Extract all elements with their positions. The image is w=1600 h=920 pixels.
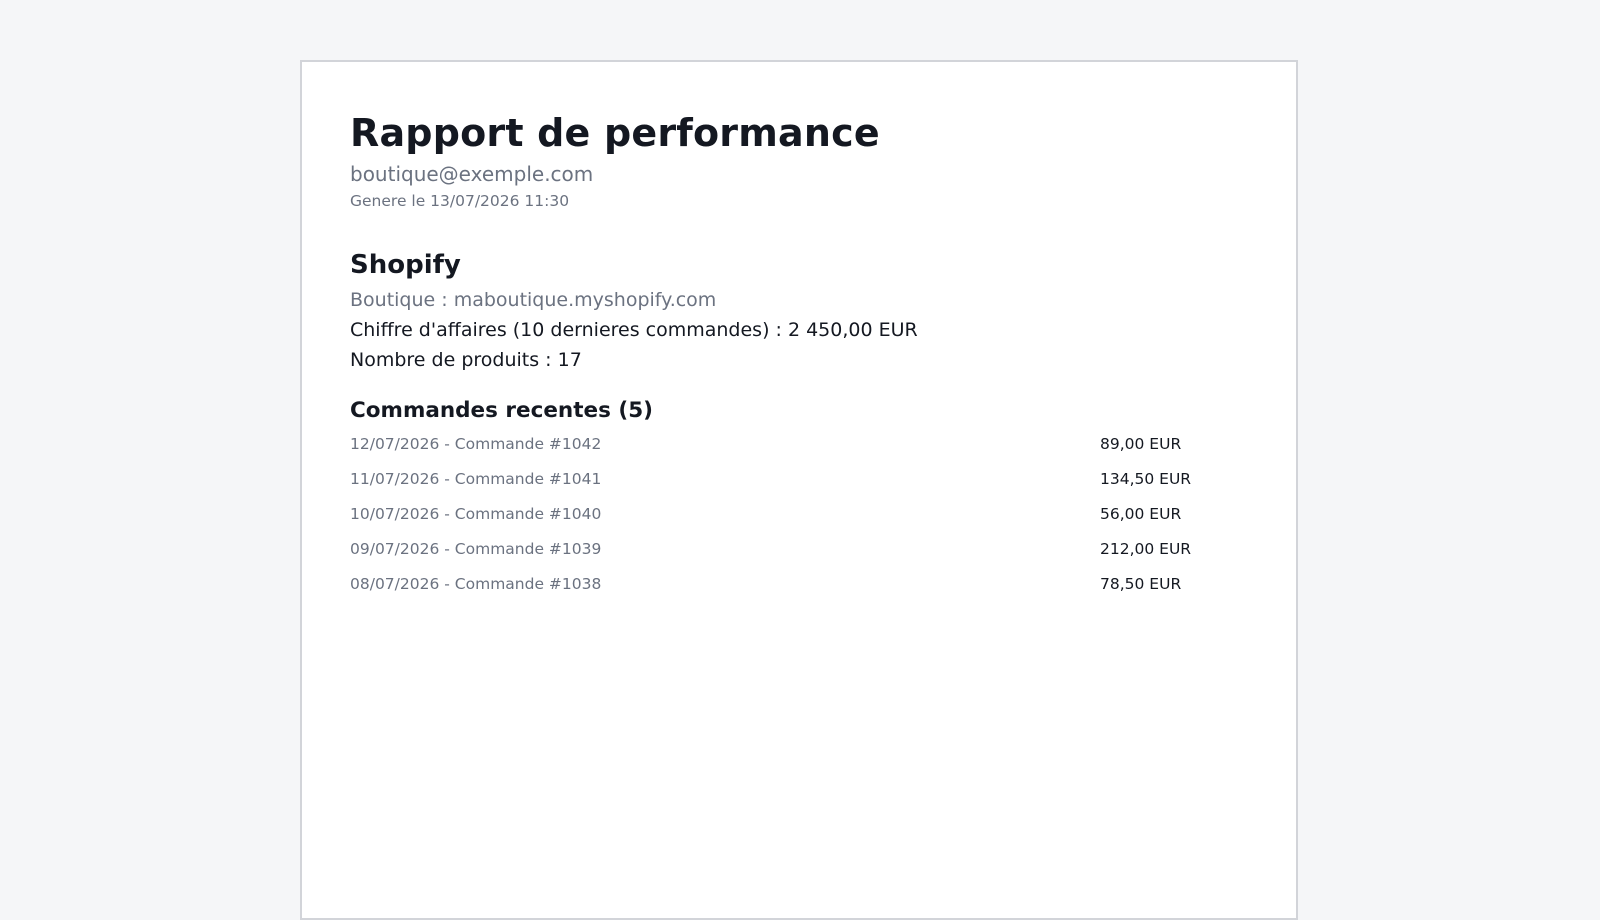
recent-orders-title: Commandes recentes (5) bbox=[350, 398, 653, 423]
order-row: 12/07/2026 - Commande #1042 89,00 EUR bbox=[350, 434, 1248, 469]
report-generated-date: Genere le 13/07/2026 11:30 bbox=[350, 192, 570, 210]
report-content: Rapport de performance boutique@exemple.… bbox=[350, 110, 1248, 625]
order-amount: 212,00 EUR bbox=[1100, 540, 1192, 558]
order-amount: 56,00 EUR bbox=[1100, 505, 1182, 523]
recent-orders-list: 12/07/2026 - Commande #1042 89,00 EUR 11… bbox=[350, 434, 1248, 609]
order-label: 11/07/2026 - Commande #1041 bbox=[350, 470, 602, 488]
order-row: 08/07/2026 - Commande #1038 78,50 EUR bbox=[350, 574, 1248, 609]
report-page: Rapport de performance boutique@exemple.… bbox=[300, 60, 1298, 920]
order-label: 10/07/2026 - Commande #1040 bbox=[350, 505, 602, 523]
order-amount: 134,50 EUR bbox=[1100, 470, 1192, 488]
report-email: boutique@exemple.com bbox=[350, 162, 594, 186]
order-label: 09/07/2026 - Commande #1039 bbox=[350, 540, 602, 558]
order-row: 10/07/2026 - Commande #1040 56,00 EUR bbox=[350, 504, 1248, 539]
order-amount: 78,50 EUR bbox=[1100, 575, 1182, 593]
shop-url: Boutique : maboutique.myshopify.com bbox=[350, 289, 717, 311]
report-title: Rapport de performance bbox=[350, 111, 880, 155]
products-count-line: Nombre de produits : 17 bbox=[350, 349, 582, 371]
revenue-line: Chiffre d'affaires (10 dernieres command… bbox=[350, 319, 918, 341]
order-row: 11/07/2026 - Commande #1041 134,50 EUR bbox=[350, 469, 1248, 504]
shopify-section-title: Shopify bbox=[350, 250, 461, 280]
order-label: 12/07/2026 - Commande #1042 bbox=[350, 435, 602, 453]
order-label: 08/07/2026 - Commande #1038 bbox=[350, 575, 602, 593]
order-amount: 89,00 EUR bbox=[1100, 435, 1182, 453]
order-row: 09/07/2026 - Commande #1039 212,00 EUR bbox=[350, 539, 1248, 574]
